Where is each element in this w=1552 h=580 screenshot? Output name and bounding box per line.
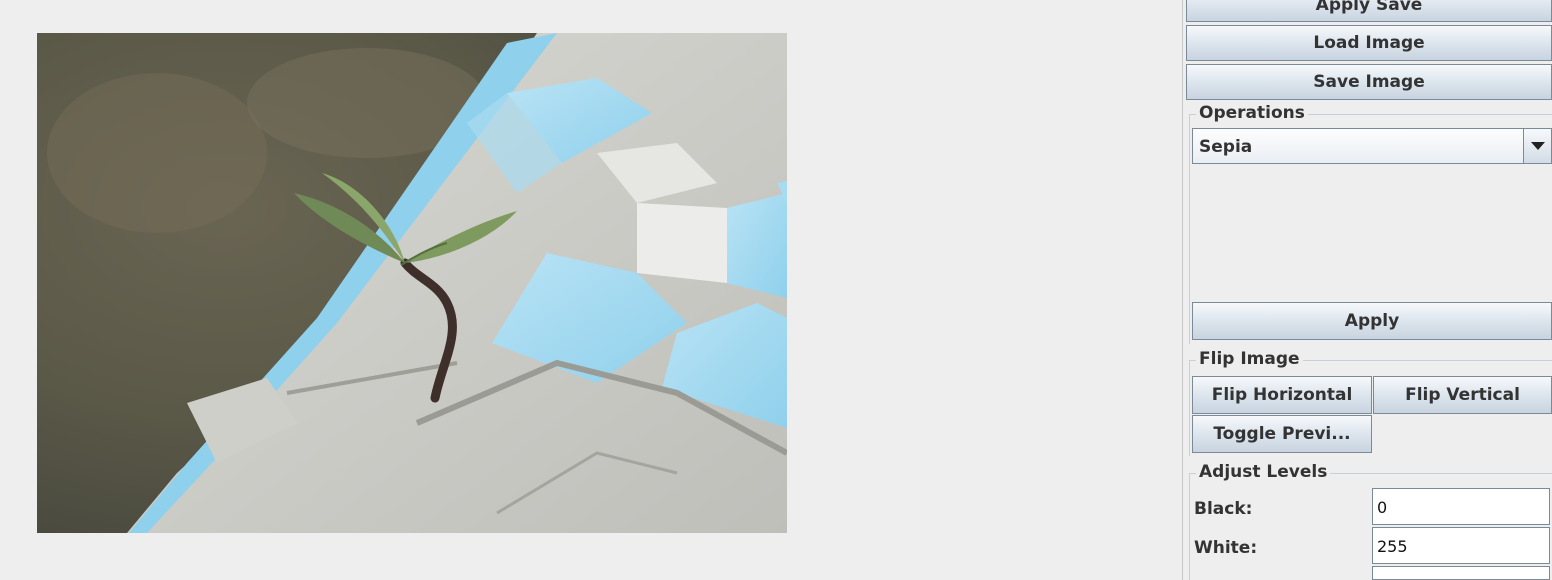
operations-dropdown-value: Sepia — [1199, 137, 1253, 157]
loaded-image — [37, 33, 787, 533]
apply-save-button[interactable]: Apply Save — [1186, 0, 1552, 22]
flip-image-group-title: Flip Image — [1196, 349, 1303, 369]
black-level-input[interactable]: 0 — [1372, 488, 1550, 525]
operations-dropdown[interactable]: Sepia — [1192, 128, 1552, 164]
operations-group-title: Operations — [1196, 103, 1308, 123]
panel-divider — [1182, 0, 1183, 580]
load-image-button[interactable]: Load Image — [1186, 25, 1552, 61]
flip-vertical-button[interactable]: Flip Vertical — [1373, 376, 1552, 414]
seedling-photo — [37, 33, 787, 533]
white-level-input[interactable]: 255 — [1372, 527, 1550, 564]
save-image-button[interactable]: Save Image — [1186, 64, 1552, 100]
black-level-label: Black: — [1194, 499, 1253, 519]
chevron-down-icon[interactable] — [1523, 129, 1551, 163]
mid-level-input[interactable] — [1372, 566, 1550, 580]
white-level-label: White: — [1194, 538, 1258, 558]
toggle-preview-button[interactable]: Toggle Previ... — [1192, 415, 1372, 453]
adjust-levels-group-title: Adjust Levels — [1196, 462, 1331, 482]
flip-horizontal-button[interactable]: Flip Horizontal — [1192, 376, 1372, 414]
apply-button[interactable]: Apply — [1192, 302, 1552, 340]
image-canvas-area — [0, 0, 1182, 580]
